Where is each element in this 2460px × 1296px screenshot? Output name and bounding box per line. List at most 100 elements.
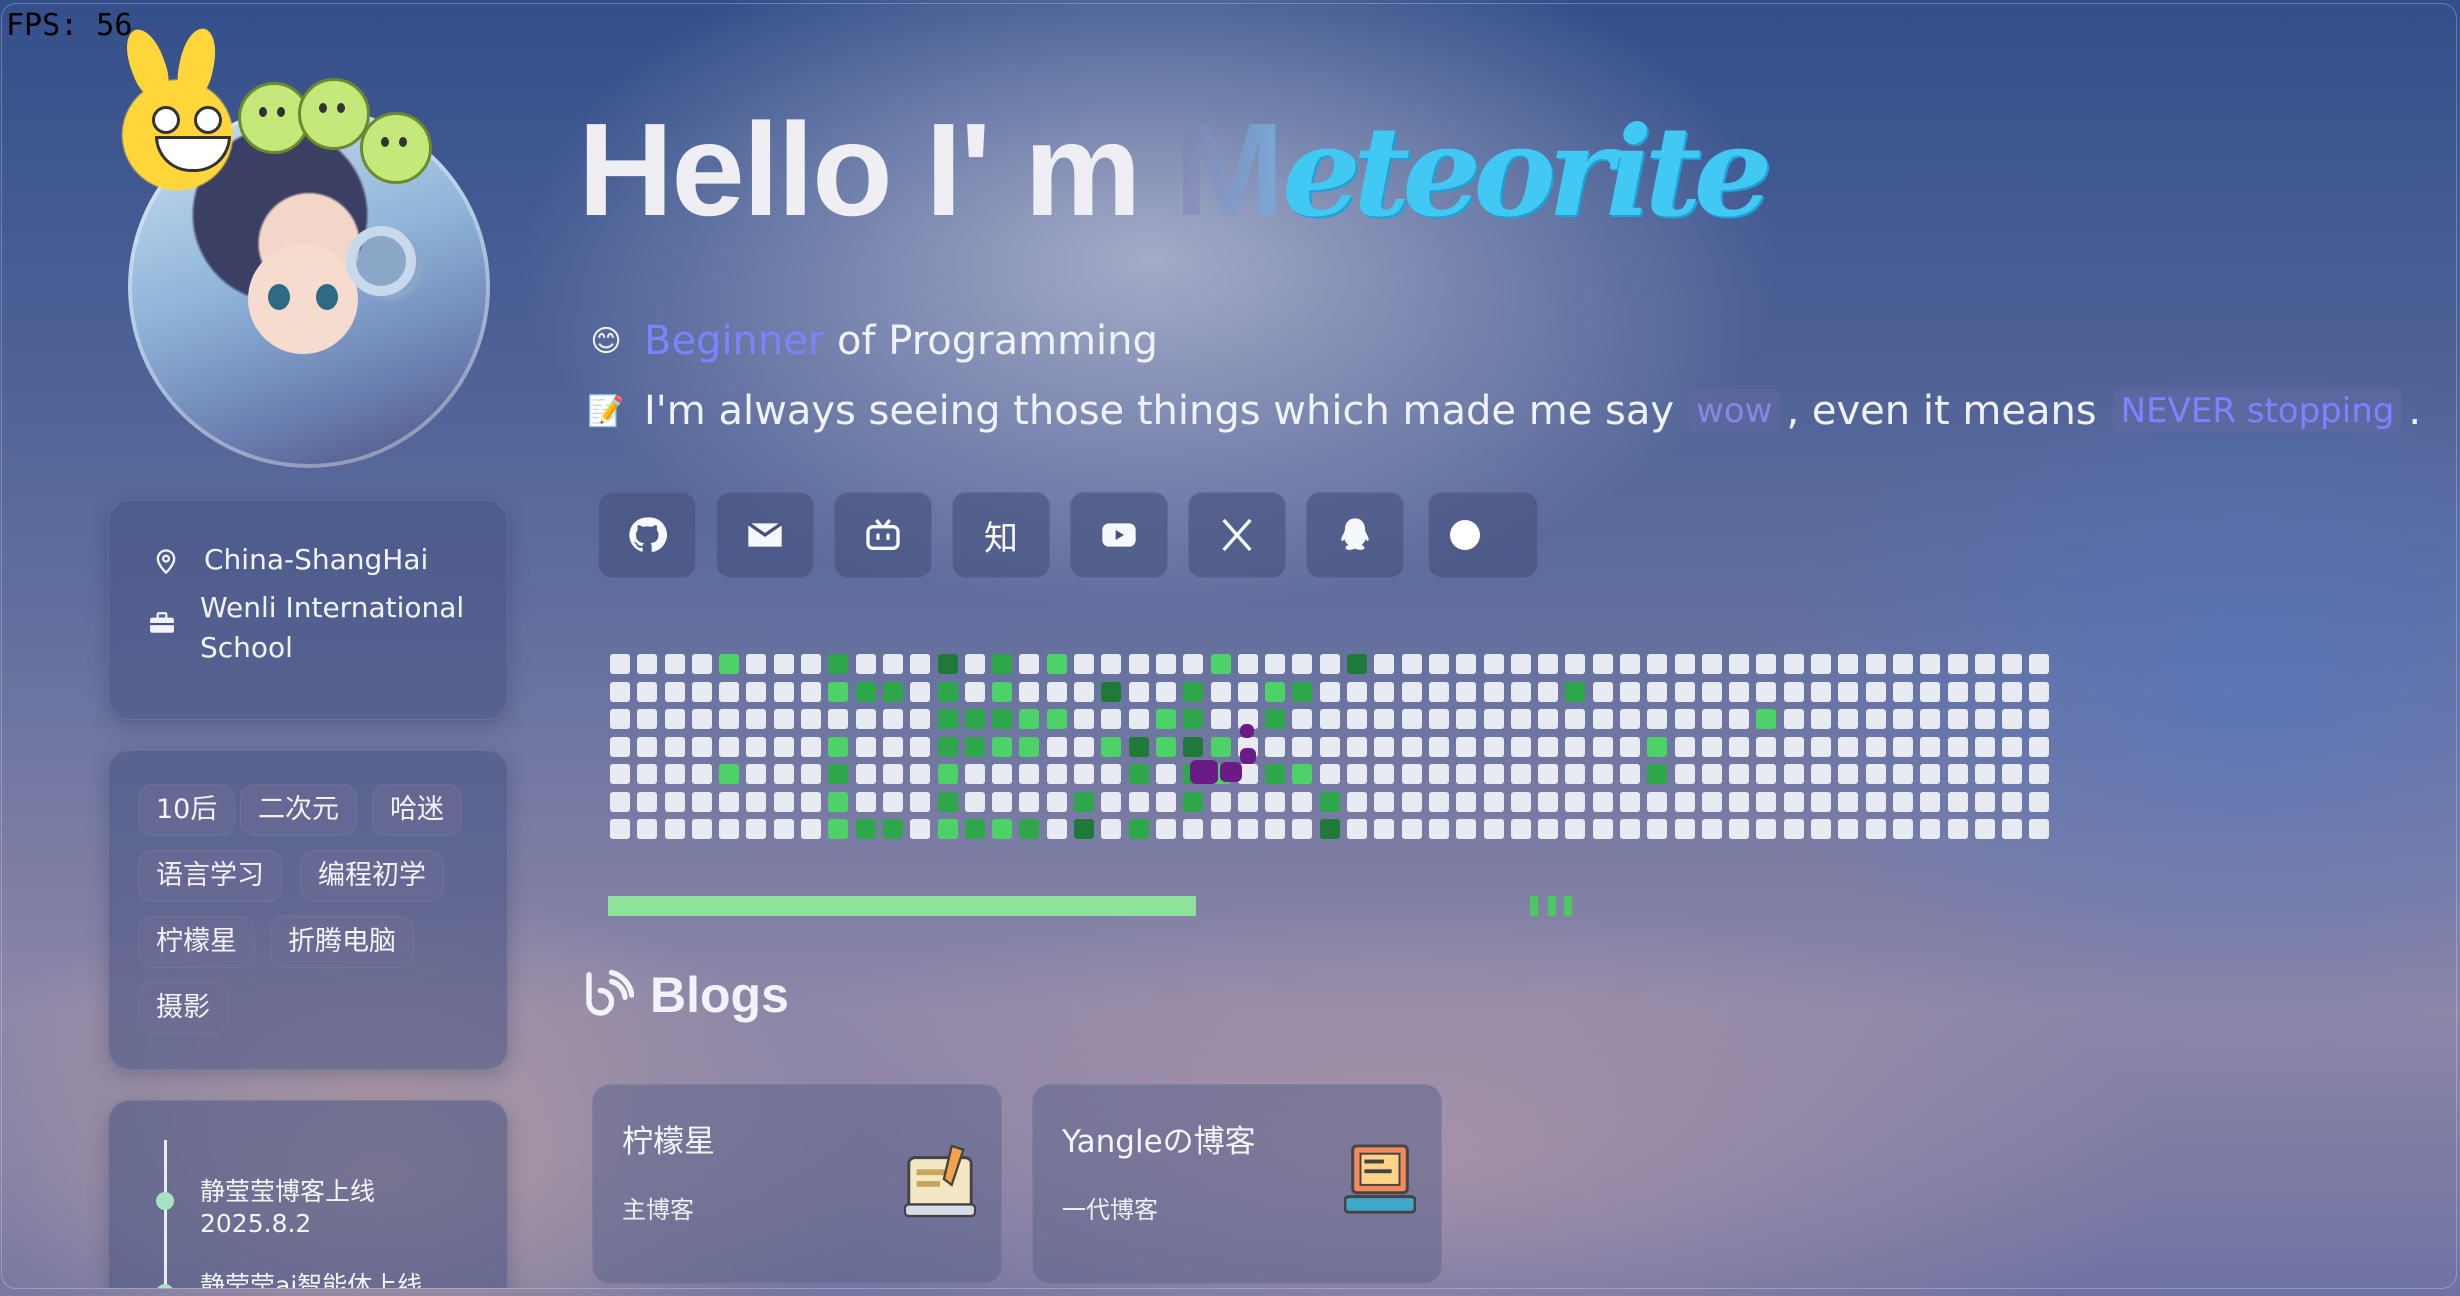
contribution-cell (1592, 681, 1613, 702)
contribution-cell (1565, 654, 1586, 674)
contribution-cell (1974, 819, 1995, 839)
contribution-cell (1920, 736, 1941, 757)
contribution-cell (964, 791, 985, 812)
tag-chip[interactable]: 二次元 (240, 784, 357, 836)
contribution-cell (1811, 791, 1832, 812)
contribution-cell (637, 819, 658, 839)
contribution-cell (1510, 791, 1531, 812)
contribution-cell (828, 736, 849, 757)
contribution-cell (882, 654, 903, 674)
blog-card-subtitle: 主博客 (622, 1196, 694, 1224)
tag-chip[interactable]: 哈迷 (372, 784, 462, 836)
blog-card[interactable]: 柠檬星 主博客 (592, 1084, 1002, 1284)
blog-card[interactable]: Yangleの博客 一代博客 (1032, 1084, 1442, 1284)
contribution-cell (1265, 654, 1286, 674)
theme-toggle[interactable] (1428, 492, 1538, 578)
youtube-button[interactable] (1070, 492, 1168, 578)
contribution-cell (1811, 654, 1832, 674)
tag-chip[interactable]: 语言学习 (138, 850, 282, 902)
x-button[interactable] (1188, 492, 1286, 578)
contribution-cell (1974, 736, 1995, 757)
contribution-cell (1428, 791, 1449, 812)
contribution-cell (801, 764, 822, 784)
contribution-cell (2029, 681, 2050, 702)
contribution-cell (992, 681, 1013, 702)
contribution-cell (1510, 709, 1531, 729)
contribution-cell (1374, 681, 1395, 702)
bilibili-button[interactable] (834, 492, 932, 578)
contribution-cell (1811, 819, 1832, 839)
contribution-cell (1074, 764, 1095, 784)
contribution-cell (1319, 709, 1340, 729)
contribution-cell (664, 709, 685, 729)
tag-chip[interactable]: 编程初学 (300, 850, 444, 902)
contribution-cell (937, 654, 958, 674)
contribution-cell (910, 791, 931, 812)
github-button[interactable] (598, 492, 696, 578)
location-pin-icon (148, 540, 184, 576)
contribution-cell (1128, 654, 1149, 674)
qq-button[interactable] (1306, 492, 1404, 578)
contribution-cell (1319, 764, 1340, 784)
progress-tick (1564, 896, 1572, 916)
contribution-cell (1128, 736, 1149, 757)
contribution-cell (1838, 764, 1859, 784)
contribution-cell (637, 709, 658, 729)
contribution-cell (855, 736, 876, 757)
contribution-cell (1647, 736, 1668, 757)
contribution-cell (719, 791, 740, 812)
contribution-cell (1483, 654, 1504, 674)
profile-info-panel: China-ShangHai Wenli International Schoo… (108, 500, 508, 720)
contribution-cell (610, 791, 630, 812)
contribution-cell (1947, 681, 1968, 702)
contribution-cell (773, 654, 794, 674)
contribution-cell (1265, 819, 1286, 839)
contribution-cell (1619, 819, 1640, 839)
contribution-cell (855, 764, 876, 784)
tag-chip[interactable]: 摄影 (138, 982, 228, 1034)
contribution-cell (1101, 736, 1122, 757)
contribution-cell (1019, 764, 1040, 784)
school-line-2: School (200, 631, 293, 664)
email-button[interactable] (716, 492, 814, 578)
contribution-cell (1183, 819, 1204, 839)
progress-bar (608, 896, 1588, 916)
contribution-cell (2002, 681, 2023, 702)
contribution-cell (1756, 791, 1777, 812)
contribution-cell (1374, 819, 1395, 839)
contribution-cell (1155, 764, 1176, 784)
contribution-cell (1674, 709, 1695, 729)
contribution-cell (1347, 736, 1368, 757)
tag-chip[interactable]: 10后 (138, 784, 236, 836)
contribution-cell (1783, 791, 1804, 812)
contribution-cell (1947, 819, 1968, 839)
contribution-cell (637, 791, 658, 812)
contribution-cell (1729, 736, 1750, 757)
timeline-dot (156, 1284, 174, 1288)
contribution-cell (1865, 819, 1886, 839)
contribution-cell (1756, 764, 1777, 784)
contribution-cell (1046, 791, 1067, 812)
contribution-cell (992, 764, 1013, 784)
contribution-cell (992, 791, 1013, 812)
contribution-cell (1865, 681, 1886, 702)
zhihu-button[interactable]: 知 (952, 492, 1050, 578)
contribution-cell (910, 764, 931, 784)
contribution-cell (746, 791, 767, 812)
contribution-cell (1483, 764, 1504, 784)
contribution-cell (1046, 654, 1067, 674)
tag-chip[interactable]: 折腾电脑 (270, 916, 414, 968)
contribution-cell (1265, 681, 1286, 702)
contribution-cell (1619, 736, 1640, 757)
contribution-cell (1538, 654, 1559, 674)
contribution-cell (1128, 764, 1149, 784)
contribution-cell (1347, 791, 1368, 812)
contribution-cell (1428, 654, 1449, 674)
tag-chip[interactable]: 柠檬星 (138, 916, 255, 968)
contribution-cell (664, 819, 685, 839)
contribution-cell (1019, 791, 1040, 812)
contribution-cell (1647, 681, 1668, 702)
contribution-cell (1565, 681, 1586, 702)
contribution-cell (2002, 764, 2023, 784)
green-ball-icon (360, 112, 432, 184)
